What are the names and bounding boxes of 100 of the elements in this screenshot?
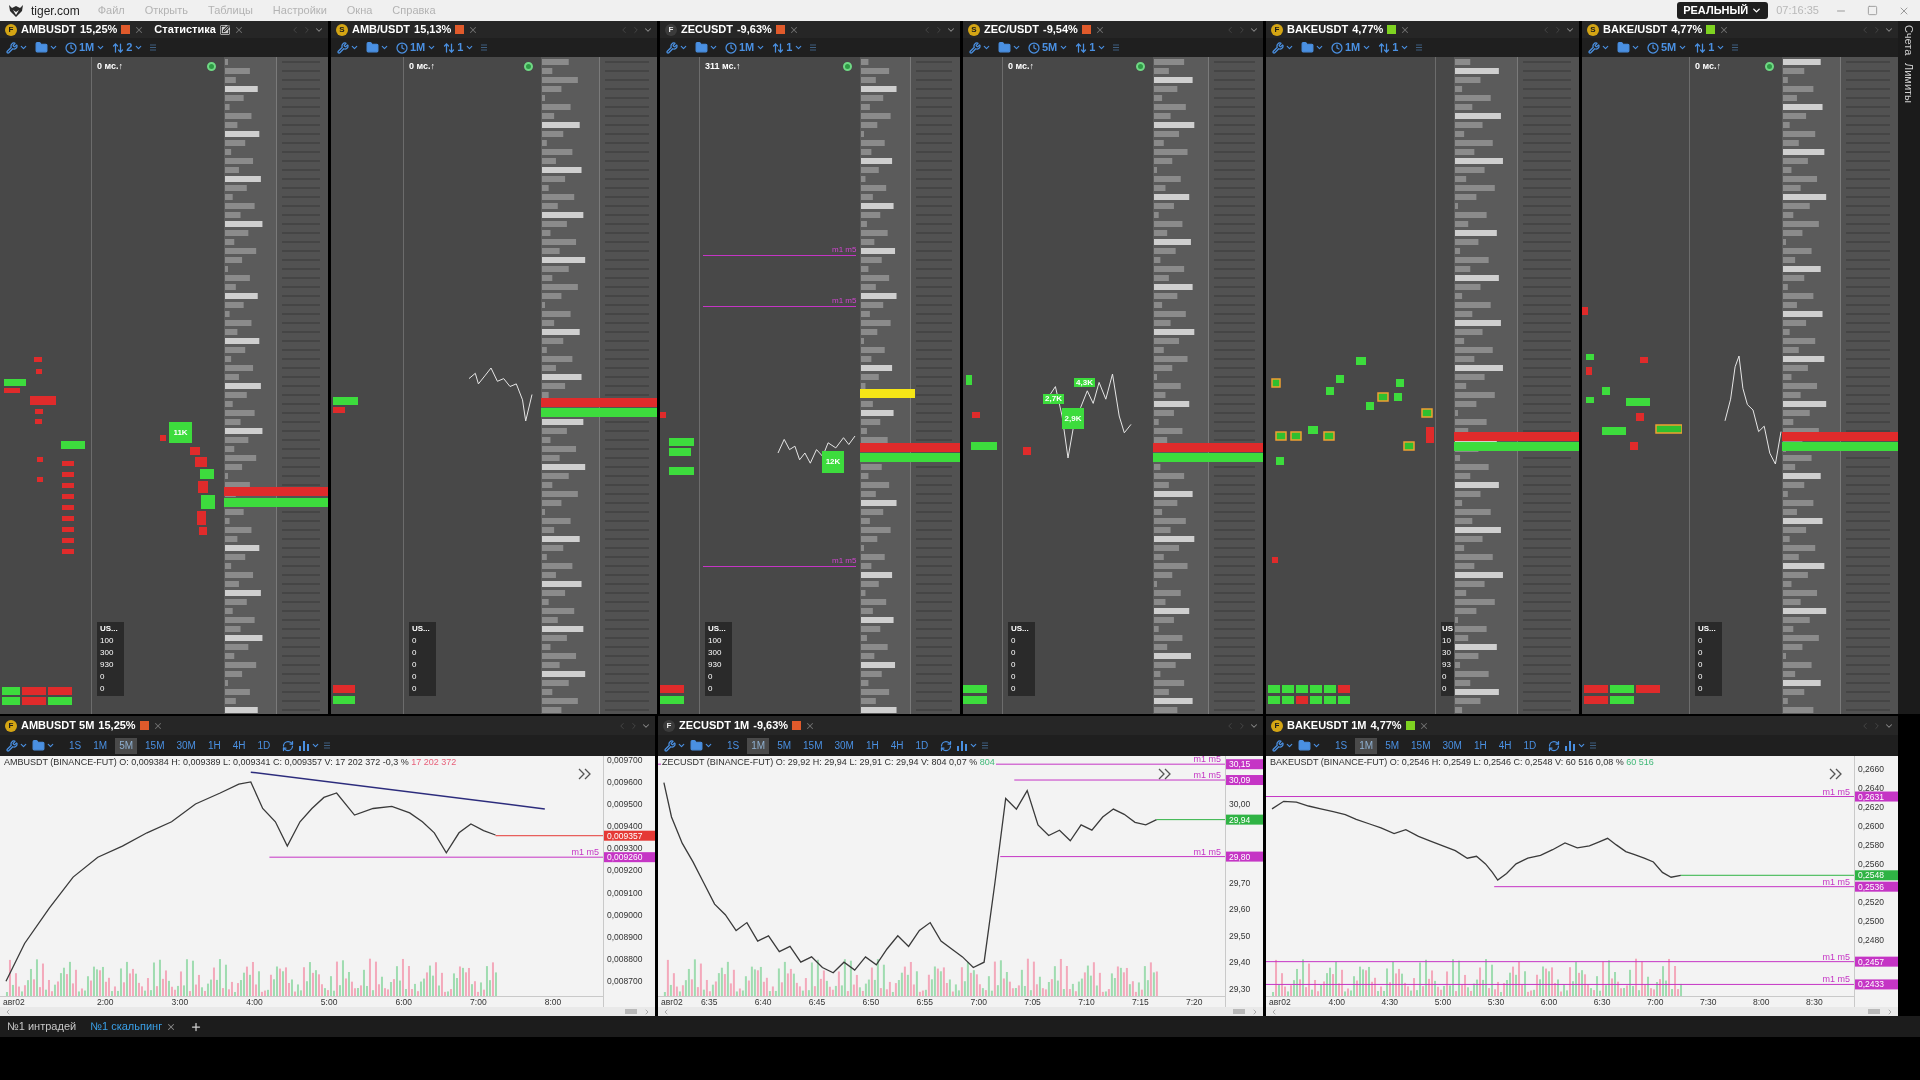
interval-button[interactable]: 1S — [65, 737, 86, 754]
order-book-ladder[interactable] — [224, 57, 328, 714]
close-icon[interactable] — [1094, 24, 1105, 35]
interval-button[interactable]: 15M — [1407, 737, 1435, 754]
timeframe-button[interactable]: 1M — [725, 41, 766, 54]
menu-icon[interactable] — [150, 44, 157, 51]
interval-button[interactable]: 1H — [861, 737, 883, 754]
tools-button[interactable] — [969, 41, 991, 54]
scrollbar-thumb[interactable] — [1868, 1009, 1880, 1014]
interval-button[interactable]: 15M — [799, 737, 827, 754]
tools-button[interactable] — [1272, 739, 1294, 752]
tools-button[interactable] — [1272, 41, 1294, 54]
folder-button[interactable] — [1301, 41, 1324, 54]
close-icon[interactable] — [1418, 720, 1429, 731]
depth-button[interactable]: 1 — [1075, 41, 1107, 54]
tools-button[interactable] — [1588, 41, 1610, 54]
instrument-tab[interactable]: F AMBUSDT 15,25% — [0, 21, 150, 38]
order-book-ladder[interactable] — [1153, 57, 1263, 714]
folder-button[interactable] — [1617, 41, 1640, 54]
menu-icon[interactable] — [1113, 44, 1120, 51]
interval-button[interactable]: 1M — [1355, 737, 1378, 754]
interval-button[interactable]: 15M — [141, 737, 169, 754]
chevrons-right-icon[interactable] — [1829, 768, 1842, 780]
instrument-tab[interactable]: F ZECUSDT -9,63% — [660, 21, 804, 38]
folder-button[interactable] — [695, 41, 718, 54]
scroll-left-icon[interactable] — [662, 1007, 670, 1016]
scroll-left-icon[interactable] — [4, 1007, 12, 1016]
menu-icon[interactable] — [324, 742, 331, 749]
chevrons-right-icon[interactable] — [578, 768, 591, 780]
folder-button[interactable] — [998, 41, 1021, 54]
order-book-ladder[interactable] — [541, 57, 657, 714]
statistics-tab[interactable]: Статистика — [149, 21, 249, 38]
interval-button[interactable]: 1H — [1469, 737, 1491, 754]
indicators-button[interactable] — [1564, 739, 1587, 752]
interval-button[interactable]: 1D — [1519, 737, 1541, 754]
interval-button[interactable]: 4H — [886, 737, 908, 754]
close-icon[interactable] — [1400, 24, 1411, 35]
timeframe-button[interactable]: 5M — [1647, 41, 1688, 54]
scroll-right-icon[interactable] — [1251, 1007, 1259, 1016]
folder-button[interactable] — [1298, 739, 1321, 752]
folder-button[interactable] — [690, 739, 713, 752]
instrument-tab[interactable]: S BAKE/USDT 4,77% — [1582, 21, 1735, 38]
account-mode-dropdown[interactable]: РЕАЛЬНЫЙ — [1677, 2, 1769, 19]
close-icon[interactable] — [468, 24, 479, 35]
tools-button[interactable] — [6, 739, 28, 752]
interval-button[interactable]: 30M — [830, 737, 858, 754]
interval-button[interactable]: 1S — [723, 737, 744, 754]
folder-button[interactable] — [366, 41, 389, 54]
timeframe-button[interactable]: 1M — [396, 41, 437, 54]
tools-button[interactable] — [6, 41, 28, 54]
chevrons-right-icon[interactable] — [1158, 768, 1171, 780]
interval-button[interactable]: 1H — [203, 737, 225, 754]
instrument-tab[interactable]: S AMB/USDT 15,13% — [331, 21, 484, 38]
side-tab[interactable]: Лимиты — [1900, 63, 1918, 104]
menu-icon[interactable] — [1590, 742, 1597, 749]
scrollbar-thumb[interactable] — [1233, 1009, 1245, 1014]
folder-button[interactable] — [35, 41, 58, 54]
interval-button[interactable]: 4H — [228, 737, 250, 754]
timeframe-button[interactable]: 1M — [65, 41, 106, 54]
timeframe-button[interactable]: 5M — [1028, 41, 1069, 54]
folder-button[interactable] — [32, 739, 55, 752]
interval-button[interactable]: 30M — [172, 737, 200, 754]
timeframe-button[interactable]: 1M — [1331, 41, 1372, 54]
depth-button[interactable]: 1 — [1378, 41, 1410, 54]
close-icon[interactable] — [152, 720, 163, 731]
workspace-tab[interactable]: №1 скальпинг — [90, 1018, 177, 1035]
order-book-ladder[interactable] — [1454, 57, 1579, 714]
tools-button[interactable] — [337, 41, 359, 54]
tools-button[interactable] — [664, 739, 686, 752]
add-tab-button[interactable] — [190, 1020, 203, 1033]
interval-button[interactable]: 5M — [773, 737, 796, 754]
workspace-tab[interactable]: №1 интрадей — [7, 1018, 77, 1035]
trend-line[interactable] — [250, 771, 546, 810]
menu-icon[interactable] — [1416, 44, 1423, 51]
menu-icon[interactable] — [481, 44, 488, 51]
interval-button[interactable]: 1S — [1331, 737, 1352, 754]
scroll-right-icon[interactable] — [1886, 1007, 1894, 1016]
depth-button[interactable]: 2 — [112, 41, 144, 54]
interval-button[interactable]: 4H — [1494, 737, 1516, 754]
interval-button[interactable]: 1D — [253, 737, 275, 754]
interval-button[interactable]: 1M — [747, 737, 770, 754]
side-tab[interactable]: Счета — [1900, 25, 1918, 56]
depth-button[interactable]: 1 — [1694, 41, 1726, 54]
refresh-icon[interactable] — [940, 739, 953, 752]
close-icon[interactable] — [788, 24, 799, 35]
maximize-icon[interactable] — [1867, 5, 1878, 16]
menu-icon[interactable] — [982, 742, 989, 749]
refresh-icon[interactable] — [282, 739, 295, 752]
depth-button[interactable]: 1 — [772, 41, 804, 54]
interval-button[interactable]: 5M — [1381, 737, 1404, 754]
order-book-ladder[interactable] — [1782, 57, 1898, 714]
interval-button[interactable]: 1D — [911, 737, 933, 754]
indicators-button[interactable] — [298, 739, 321, 752]
interval-button[interactable]: 30M — [1438, 737, 1466, 754]
refresh-icon[interactable] — [1548, 739, 1561, 752]
menu-icon[interactable] — [810, 44, 817, 51]
instrument-tab[interactable]: S ZEC/USDT -9,54% — [963, 21, 1110, 38]
interval-button[interactable]: 1M — [89, 737, 112, 754]
indicators-button[interactable] — [956, 739, 979, 752]
scrollbar-thumb[interactable] — [625, 1009, 637, 1014]
